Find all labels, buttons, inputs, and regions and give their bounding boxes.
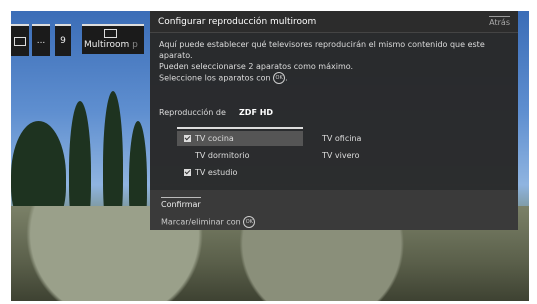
tv-list: TV cocina TV oficina TV dormitorio TV vi… bbox=[177, 127, 507, 188]
description-line-1: Aquí puede establecer qué televisores re… bbox=[159, 40, 485, 49]
more-chip[interactable]: ... bbox=[32, 24, 50, 56]
tv-item-vivero[interactable]: TV vivero bbox=[315, 148, 415, 163]
tv-label: TV dormitorio bbox=[195, 151, 250, 160]
tv-label: TV estudio bbox=[195, 168, 238, 177]
tv-item-cocina[interactable]: TV cocina bbox=[177, 127, 303, 146]
playback-label: Reproducción de bbox=[159, 108, 226, 117]
tv-label: TV oficina bbox=[322, 134, 362, 143]
ok-icon: OK bbox=[243, 216, 256, 228]
tv-icon bbox=[14, 36, 26, 46]
description-line-2: aparato. bbox=[159, 51, 193, 60]
dialog-header: Configurar reproducción multiroom Atrás bbox=[150, 11, 518, 33]
mark-hint: Marcar/eliminar con OK bbox=[161, 216, 256, 228]
description-line-4: Seleccione los aparatos con OK. bbox=[159, 72, 288, 84]
dialog-title: Configurar reproducción multiroom bbox=[158, 16, 317, 27]
multiroom-label-fade: p bbox=[132, 40, 138, 50]
tv-label: TV vivero bbox=[322, 151, 360, 160]
focus-indicator bbox=[177, 127, 303, 129]
multiroom-icon bbox=[104, 29, 117, 38]
ok-icon: OK bbox=[273, 72, 286, 84]
tv-item-dormitorio[interactable]: TV dormitorio bbox=[177, 148, 303, 163]
dialog-footer: Confirmar Marcar/eliminar con OK bbox=[150, 190, 518, 230]
multiroom-chip[interactable]: Multiroom p bbox=[82, 24, 144, 54]
checkbox-checked-icon bbox=[184, 169, 191, 176]
dialog-description: Aquí puede establecer qué televisores re… bbox=[159, 39, 499, 84]
channel-number-chip[interactable]: 9 bbox=[55, 24, 71, 56]
tv-item-estudio[interactable]: TV estudio bbox=[177, 165, 303, 180]
playback-channel: ZDF HD bbox=[239, 108, 274, 117]
tv-icon-chip[interactable] bbox=[11, 24, 29, 56]
description-line-3: Pueden seleccionarse 2 aparatos como máx… bbox=[159, 62, 354, 71]
multiroom-label: Multiroom bbox=[84, 40, 130, 50]
checkbox-checked-icon bbox=[184, 135, 191, 142]
back-button[interactable]: Atrás bbox=[489, 16, 510, 27]
tv-label: TV cocina bbox=[195, 134, 234, 143]
confirm-button[interactable]: Confirmar bbox=[161, 197, 201, 209]
tv-item-oficina[interactable]: TV oficina bbox=[315, 131, 415, 146]
